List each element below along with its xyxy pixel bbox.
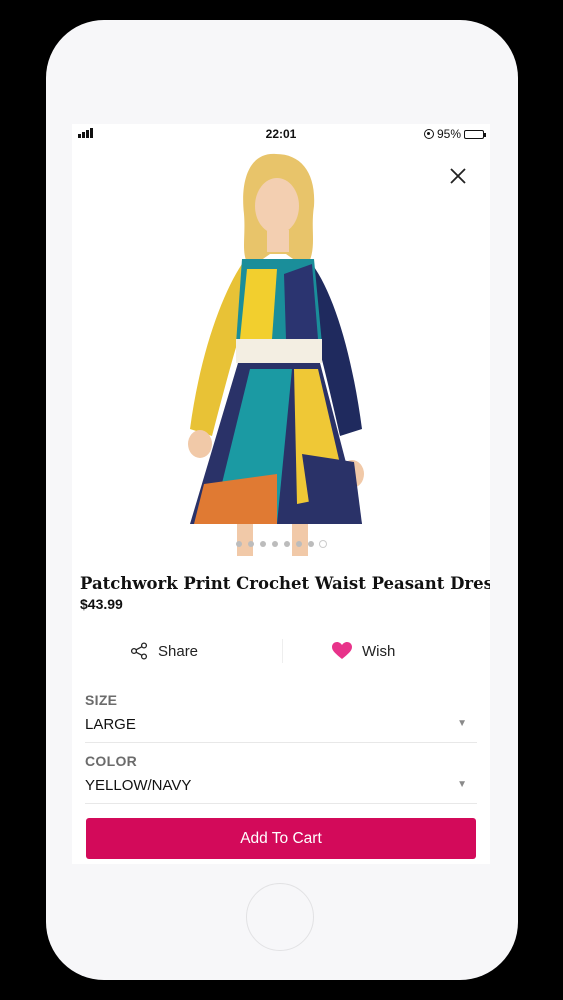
battery-percent: 95% — [436, 127, 461, 141]
home-button[interactable] — [246, 883, 314, 951]
color-select[interactable]: COLOR YELLOW/NAVY ▼ — [85, 751, 477, 804]
pagination-dot[interactable] — [320, 541, 326, 547]
dropdown-arrow-icon: ▼ — [457, 779, 467, 790]
wish-label: Wish — [362, 642, 396, 660]
pagination-dot[interactable] — [260, 541, 266, 547]
image-pagination-dots[interactable] — [72, 541, 490, 547]
share-button[interactable]: Share — [130, 631, 198, 671]
status-bar: 22:01 95% — [72, 124, 490, 144]
app-screen: 22:01 95% Patchwork Print Crochet Waist … — [72, 124, 490, 864]
color-value: YELLOW/NAVY — [85, 777, 192, 794]
product-price: $43.99 — [80, 596, 123, 612]
wish-button[interactable]: Wish — [332, 631, 395, 671]
color-label: COLOR — [85, 753, 138, 769]
status-indicators: 95% — [423, 127, 486, 141]
product-image[interactable] — [72, 144, 490, 556]
size-select[interactable]: SIZE LARGE ▼ — [85, 690, 477, 743]
pagination-dot[interactable] — [296, 541, 302, 547]
pagination-dot[interactable] — [272, 541, 278, 547]
size-label: SIZE — [85, 692, 118, 708]
battery-icon — [464, 129, 486, 139]
action-divider — [282, 639, 283, 663]
dropdown-arrow-icon: ▼ — [457, 718, 467, 729]
share-icon — [130, 642, 148, 660]
pagination-dot[interactable] — [284, 541, 290, 547]
pagination-dot[interactable] — [308, 541, 314, 547]
product-title: Patchwork Print Crochet Waist Peasant Dr… — [80, 574, 490, 593]
share-label: Share — [158, 642, 199, 660]
add-to-cart-button[interactable]: Add To Cart — [86, 818, 476, 859]
close-icon[interactable] — [448, 166, 468, 186]
rotation-lock-icon — [423, 129, 434, 139]
pagination-dot[interactable] — [248, 541, 254, 547]
size-value: LARGE — [85, 716, 136, 733]
pagination-dot[interactable] — [236, 541, 242, 547]
heart-icon — [332, 642, 352, 659]
action-bar: Share Wish — [72, 631, 490, 671]
